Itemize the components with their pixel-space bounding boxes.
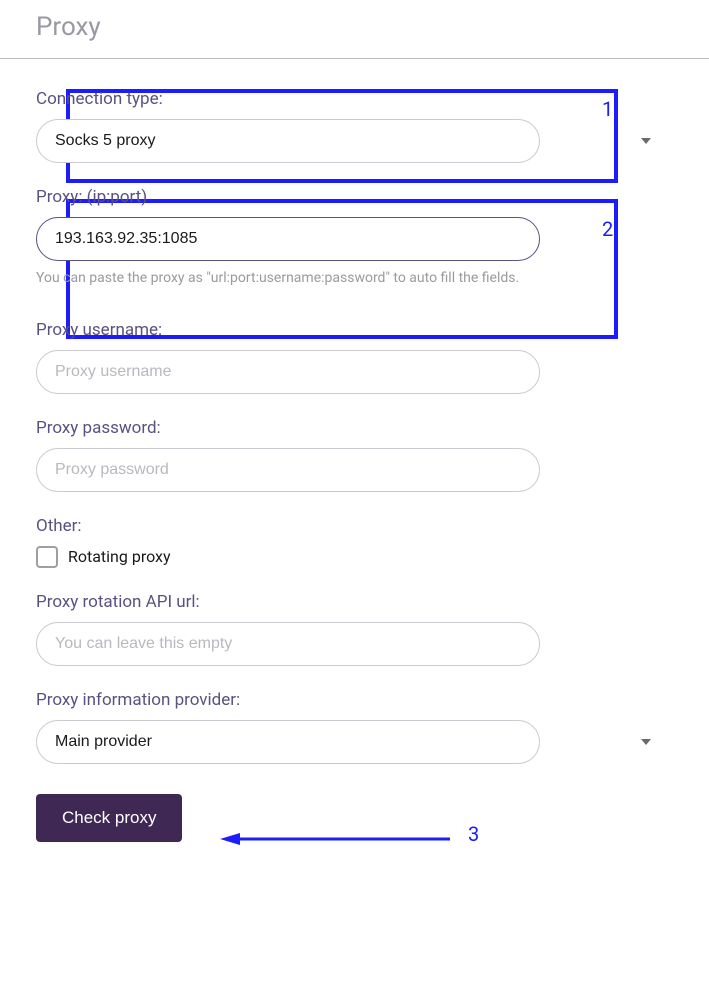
- rotation-url-label: Proxy rotation API url:: [36, 592, 673, 612]
- password-label: Proxy password:: [36, 418, 673, 438]
- other-label: Other:: [36, 516, 673, 536]
- annotation-number-3: 3: [468, 822, 479, 846]
- proxy-group: Proxy: (ip:port) You can paste the proxy…: [36, 187, 673, 288]
- other-group: Other: Rotating proxy: [36, 516, 673, 568]
- password-input[interactable]: [36, 448, 540, 492]
- password-group: Proxy password:: [36, 418, 673, 492]
- connection-type-label: Connection type:: [36, 89, 673, 109]
- username-label: Proxy username:: [36, 320, 673, 340]
- rotating-proxy-label: Rotating proxy: [68, 547, 171, 566]
- connection-type-select[interactable]: [36, 119, 540, 163]
- chevron-down-icon: [641, 138, 651, 144]
- chevron-down-icon: [641, 739, 651, 745]
- proxy-input[interactable]: [36, 217, 540, 261]
- rotating-proxy-checkbox[interactable]: [36, 546, 58, 568]
- page-title: Proxy: [36, 12, 709, 42]
- rotation-url-input[interactable]: [36, 622, 540, 666]
- annotation-number-2: 2: [602, 217, 613, 241]
- annotation-number-1: 1: [602, 97, 613, 121]
- page-header: Proxy: [0, 0, 709, 59]
- username-group: Proxy username:: [36, 320, 673, 394]
- provider-label: Proxy information provider:: [36, 690, 673, 710]
- rotation-url-group: Proxy rotation API url:: [36, 592, 673, 666]
- connection-type-group: Connection type:: [36, 89, 673, 163]
- username-input[interactable]: [36, 350, 540, 394]
- proxy-label: Proxy: (ip:port): [36, 187, 673, 207]
- form-content: Connection type: Proxy: (ip:port) You ca…: [0, 59, 709, 842]
- provider-select[interactable]: [36, 720, 540, 764]
- provider-group: Proxy information provider:: [36, 690, 673, 764]
- proxy-hint: You can paste the proxy as "url:port:use…: [36, 269, 540, 288]
- check-proxy-button[interactable]: Check proxy: [36, 794, 182, 842]
